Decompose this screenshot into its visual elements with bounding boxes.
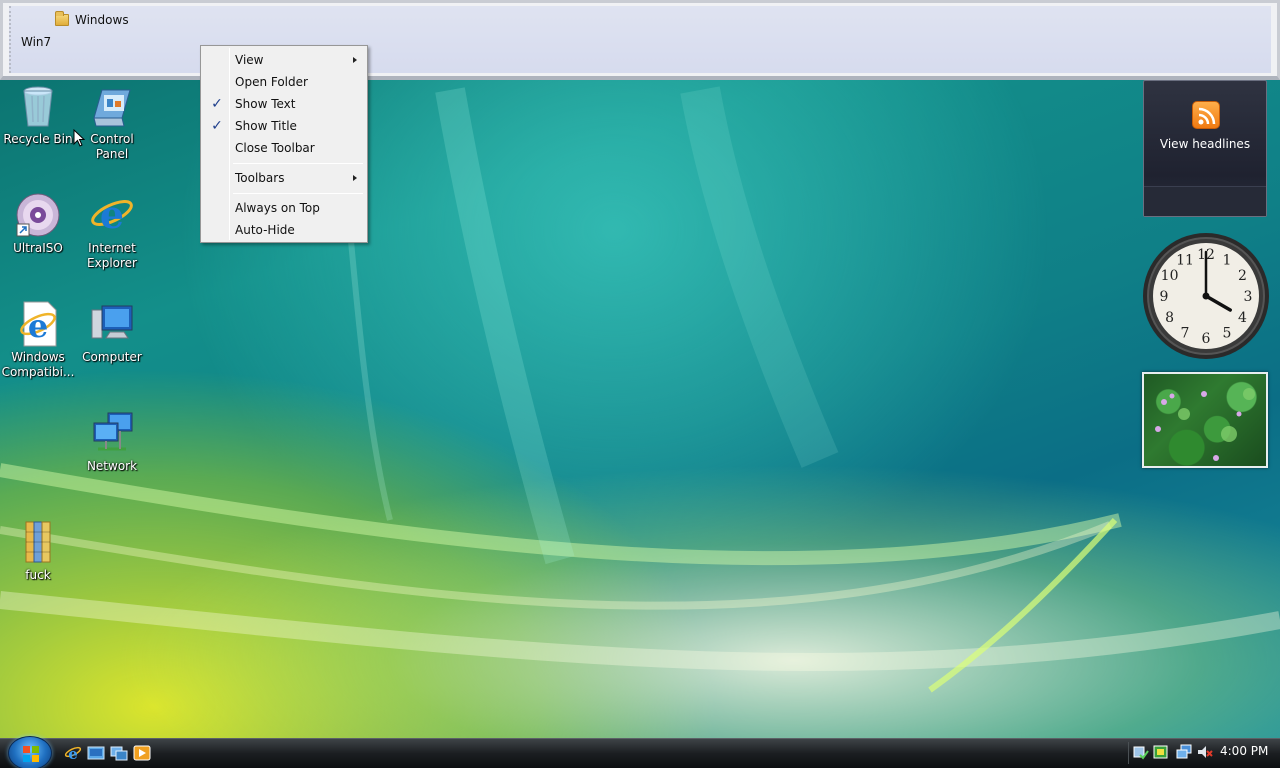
wallpaper-streaks xyxy=(0,86,1280,693)
toolbar-title: Win7 xyxy=(21,35,52,49)
menu-item-label: Show Text xyxy=(235,97,296,111)
quicklaunch-internet-explorer[interactable]: e xyxy=(64,745,82,763)
clock-numeral: 1 xyxy=(1223,253,1232,269)
control-panel-icon xyxy=(88,82,136,130)
clock-numeral: 6 xyxy=(1202,331,1211,347)
folder-toolbar[interactable]: Windows Win7 xyxy=(0,0,1280,80)
ultraiso-icon xyxy=(14,191,62,239)
menu-item-toolbars[interactable]: Toolbars xyxy=(203,167,365,189)
quicklaunch-show-desktop[interactable] xyxy=(87,745,105,761)
switch-windows-icon xyxy=(110,746,128,761)
icon-label: Internet Explorer xyxy=(87,241,137,270)
slideshow-gadget[interactable] xyxy=(1142,372,1268,468)
menu-item-show-text[interactable]: ✓ Show Text xyxy=(203,93,365,115)
clock-numeral: 9 xyxy=(1160,289,1169,305)
menu-item-close-toolbar[interactable]: Close Toolbar xyxy=(203,137,365,159)
clock-numeral: 8 xyxy=(1165,310,1174,326)
clock-numeral: 2 xyxy=(1238,268,1247,284)
clock-numeral: 11 xyxy=(1176,253,1194,269)
menu-item-label: Always on Top xyxy=(235,201,320,215)
menu-item-auto-hide[interactable]: Auto-Hide xyxy=(203,219,365,241)
rss-feed-gadget[interactable]: View headlines xyxy=(1143,80,1267,217)
icon-label: Network xyxy=(86,459,138,473)
slideshow-photo xyxy=(1155,388,1255,461)
menu-item-open-folder[interactable]: Open Folder xyxy=(203,71,365,93)
windows-logo-icon xyxy=(23,746,39,762)
icon-label: fuck xyxy=(25,568,51,582)
svg-text:e: e xyxy=(100,192,124,237)
menu-separator xyxy=(233,163,363,164)
menu-separator xyxy=(233,193,363,194)
clock-numeral: 4 xyxy=(1238,310,1247,326)
clock-face: 121234567891011 xyxy=(1143,233,1269,359)
toolbar-body: Windows Win7 xyxy=(9,6,1271,73)
toolbar-folder-windows[interactable]: Windows xyxy=(75,13,129,27)
windows-compatibility-icon: e xyxy=(14,300,62,348)
desktop-icon-fuck[interactable]: fuck xyxy=(0,518,76,583)
menu-item-show-title[interactable]: ✓ Show Title xyxy=(203,115,365,137)
menu-item-label: Toolbars xyxy=(235,171,285,185)
desktop-icon-windows-compatibility[interactable]: e Windows Compatibi... xyxy=(0,300,76,380)
recycle-bin-icon xyxy=(14,82,62,130)
tray-clock[interactable]: 4:00 PM xyxy=(1220,744,1268,758)
computer-icon xyxy=(88,300,136,348)
icon-label: Recycle Bin xyxy=(3,132,73,146)
clock-gadget[interactable]: 121234567891011 xyxy=(1140,230,1272,362)
media-player-icon xyxy=(133,745,151,761)
submenu-arrow-icon xyxy=(353,175,357,181)
gadget-footer xyxy=(1144,186,1266,216)
internet-explorer-icon: e xyxy=(88,191,136,239)
desktop-icon-recycle-bin[interactable]: Recycle Bin xyxy=(0,82,76,147)
taskbar xyxy=(0,738,1280,768)
icon-label: Windows Compatibi... xyxy=(1,350,75,379)
icon-label: Computer xyxy=(82,350,142,364)
menu-item-view[interactable]: View xyxy=(203,49,365,71)
desktop-icon-ultraiso[interactable]: UltraISO xyxy=(0,191,76,256)
toolbar-context-menu: View Open Folder ✓ Show Text ✓ Show Titl… xyxy=(200,45,368,243)
clock-numeral: 3 xyxy=(1244,289,1253,305)
desktop-icon-computer[interactable]: Computer xyxy=(74,300,150,365)
submenu-arrow-icon xyxy=(353,57,357,63)
internet-explorer-icon: e xyxy=(64,745,82,763)
checkmark-icon: ✓ xyxy=(211,96,223,112)
menu-item-label: Close Toolbar xyxy=(235,141,315,155)
tray-divider xyxy=(1128,742,1129,764)
desktop-icon-control-panel[interactable]: Control Panel xyxy=(74,82,150,162)
clock-numeral: 5 xyxy=(1223,325,1232,341)
quicklaunch-media-player[interactable] xyxy=(133,745,151,761)
folder-icon[interactable] xyxy=(55,11,69,26)
quicklaunch-switch-windows[interactable] xyxy=(110,745,128,761)
view-headlines-link[interactable]: View headlines xyxy=(1144,137,1266,151)
desktop-icon-internet-explorer[interactable]: e Internet Explorer xyxy=(74,191,150,271)
menu-item-always-on-top[interactable]: Always on Top xyxy=(203,197,365,219)
mouse-cursor-icon xyxy=(73,129,85,147)
icon-label: Control Panel xyxy=(90,132,134,161)
svg-text:e: e xyxy=(68,745,78,761)
tray-volume-muted-icon[interactable] xyxy=(1196,743,1214,761)
tray-safely-remove-icon[interactable] xyxy=(1132,743,1150,761)
svg-text:e: e xyxy=(28,307,48,345)
tray-action-center-icon[interactable] xyxy=(1152,743,1170,761)
clock-numeral: 7 xyxy=(1181,325,1190,341)
desktop-icon-network[interactable]: Network xyxy=(74,409,150,474)
rss-icon xyxy=(1192,101,1220,129)
menu-item-label: View xyxy=(235,53,264,67)
archive-icon xyxy=(14,518,62,566)
icon-label: UltraISO xyxy=(13,241,63,255)
start-button[interactable] xyxy=(8,736,52,768)
menu-item-label: Open Folder xyxy=(235,75,308,89)
clock-numeral: 10 xyxy=(1161,268,1179,284)
tray-network-icon[interactable] xyxy=(1175,743,1193,761)
checkmark-icon: ✓ xyxy=(211,118,223,134)
show-desktop-icon xyxy=(87,746,105,760)
menu-item-label: Show Title xyxy=(235,119,297,133)
network-icon xyxy=(88,409,136,457)
menu-item-label: Auto-Hide xyxy=(235,223,295,237)
